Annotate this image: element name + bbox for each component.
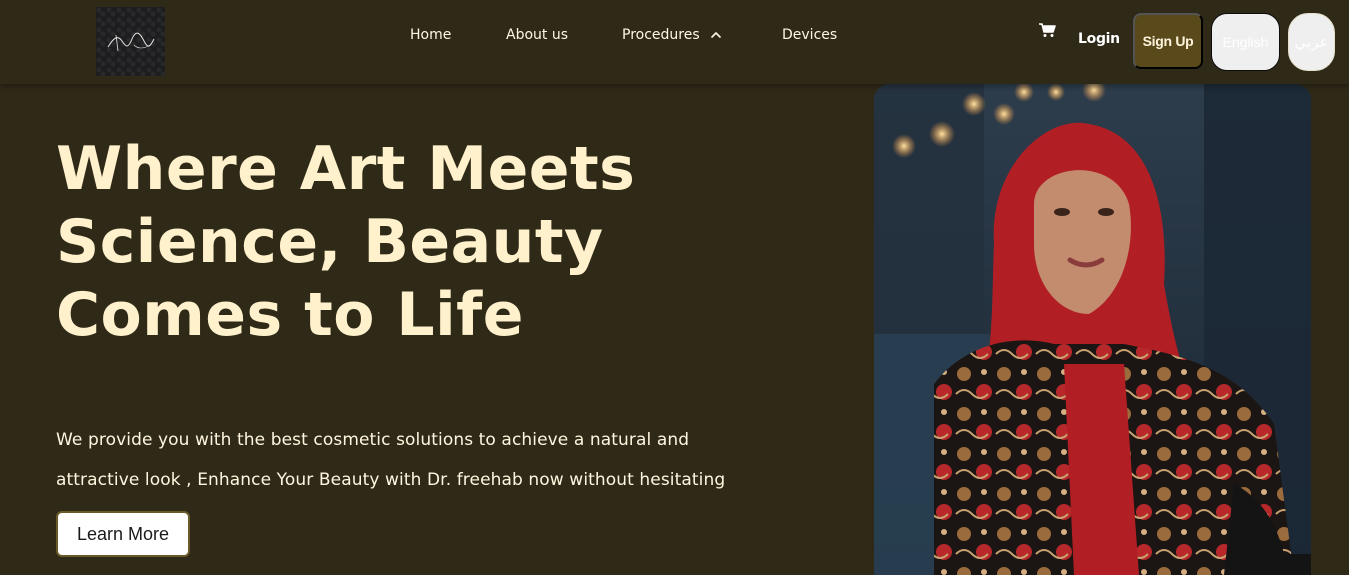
hero-doctor-photo [874,84,1311,575]
language-arabic-button[interactable]: عربي [1288,13,1335,71]
hero-description-line: attractive look , Enhance Your Beauty wi… [56,470,726,490]
nav-home[interactable]: Home [410,27,451,43]
nav-procedures-label: Procedures [622,27,700,43]
login-link[interactable]: Login [1078,31,1120,47]
hero-title-line: Science, Beauty [56,207,604,277]
nav-procedures[interactable]: Procedures [622,27,722,43]
cart-icon[interactable] [1038,22,1056,38]
hero-description-line: We provide you with the best cosmetic so… [56,430,690,450]
nav-about-us[interactable]: About us [506,27,568,43]
hero-title: Where Art Meets Science, Beauty Comes to… [56,133,696,352]
signup-button[interactable]: Sign Up [1133,13,1203,69]
hero-title-line: Where Art Meets [56,134,636,204]
nav-devices[interactable]: Devices [782,27,837,43]
learn-more-button[interactable]: Learn More [56,511,190,557]
doctor-portrait-image [874,84,1311,575]
language-english-button[interactable]: English [1211,13,1280,71]
signature-logo-icon [107,32,154,51]
chevron-up-icon [710,32,721,38]
logo[interactable] [96,7,165,76]
site-header: Home About us Procedures Devices Login S… [0,0,1349,84]
hero-title-line: Comes to Life [56,280,524,350]
hero-description: We provide you with the best cosmetic so… [56,420,776,500]
